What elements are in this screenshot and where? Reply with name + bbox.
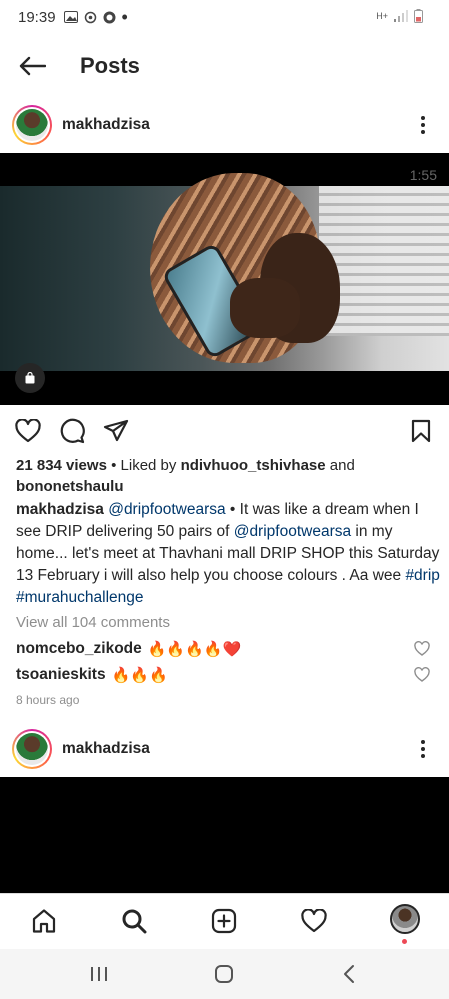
avatar (16, 109, 48, 141)
tab-activity[interactable] (300, 907, 328, 935)
share-button[interactable] (101, 416, 131, 446)
caption-author[interactable]: makhadzisa (16, 501, 104, 518)
top-navigation-bar: Posts (0, 34, 449, 98)
comment-button[interactable] (57, 416, 87, 446)
story-avatar[interactable] (12, 105, 52, 145)
gallery-icon (63, 11, 78, 23)
post-caption: makhadzisa @dripfootwearsa • It was like… (16, 499, 441, 609)
post-action-bar (0, 410, 449, 452)
comment-bubble-icon (60, 418, 85, 444)
like-button[interactable] (13, 416, 43, 446)
comment-row: nomcebo_zikode 🔥🔥🔥🔥❤️ (16, 637, 436, 661)
post-video[interactable]: 1:55 (0, 153, 449, 405)
video-window-blinds (319, 186, 449, 336)
story-avatar[interactable] (12, 729, 52, 769)
tab-new-post[interactable] (210, 907, 238, 935)
more-options-button[interactable] (413, 110, 433, 140)
caption-hashtag[interactable]: #drip (405, 567, 439, 584)
home-icon (32, 909, 56, 933)
shopping-bag-icon[interactable] (15, 363, 45, 393)
sync-icon (84, 11, 96, 23)
add-square-icon (211, 908, 237, 934)
liked-by-user[interactable]: ndivhuoo_tshivhase (181, 457, 326, 474)
post-timestamp: 8 hours ago (16, 693, 80, 707)
status-system-icons: H+ (376, 9, 423, 23)
notification-dot (402, 939, 407, 944)
arrow-left-icon (19, 56, 46, 76)
post-header: makhadzisa (0, 722, 449, 776)
network-type-label: H+ (376, 11, 388, 21)
liked-by-and: and (329, 457, 355, 474)
search-icon (122, 909, 147, 934)
status-notification-icons: • (63, 7, 128, 27)
heart-outline-icon (15, 419, 41, 443)
liked-by-prefix: • Liked by (111, 457, 177, 474)
view-all-comments-link[interactable]: View all 104 comments (16, 614, 170, 631)
comment-text: 🔥🔥🔥 (111, 667, 168, 684)
save-button[interactable] (406, 416, 436, 446)
caption-hashtag[interactable]: #murahuchallenge (16, 589, 144, 606)
heart-outline-icon[interactable] (414, 641, 430, 657)
comment-text: 🔥🔥🔥🔥❤️ (147, 641, 242, 658)
paper-plane-icon (103, 419, 129, 442)
android-back-icon (344, 965, 354, 983)
more-notifications-dot-icon: • (121, 7, 128, 27)
views-and-likes: 21 834 views • Liked by ndivhuoo_tshivha… (16, 455, 436, 497)
bookmark-icon (411, 419, 431, 443)
status-bar: 19:39 • H+ (0, 0, 449, 34)
whatsapp-icon (103, 11, 116, 23)
bottom-tab-bar (0, 893, 449, 949)
comment-row: tsoanieskits 🔥🔥🔥 (16, 663, 436, 687)
video-hand (230, 278, 300, 338)
tab-profile[interactable] (390, 904, 420, 934)
page-title: Posts (80, 53, 140, 78)
liked-by-other[interactable]: bononetshaulu (16, 478, 124, 495)
heart-icon (301, 909, 327, 933)
more-options-button[interactable] (413, 734, 433, 764)
post-username[interactable]: makhadzisa (62, 740, 150, 758)
back-nav-button[interactable] (336, 961, 362, 987)
video-time-remaining: 1:55 (409, 167, 437, 183)
post-video[interactable] (0, 777, 449, 893)
tab-search[interactable] (120, 907, 148, 935)
recents-icon (91, 967, 107, 981)
home-button[interactable] (211, 961, 237, 987)
android-home-icon (215, 965, 233, 983)
caption-mention[interactable]: @dripfootwearsa (234, 523, 351, 540)
post-username[interactable]: makhadzisa (62, 116, 150, 134)
comment-username[interactable]: tsoanieskits (16, 666, 106, 684)
back-button[interactable] (2, 34, 62, 98)
heart-outline-icon[interactable] (414, 667, 430, 683)
post-header: makhadzisa (0, 98, 449, 152)
signal-icon (394, 10, 408, 22)
avatar (16, 733, 48, 765)
tab-home[interactable] (30, 907, 58, 935)
comment-username[interactable]: nomcebo_zikode (16, 640, 142, 658)
recents-button[interactable] (86, 961, 112, 987)
android-navigation-bar (0, 949, 449, 999)
more-vertical-icon (421, 740, 425, 744)
battery-icon (414, 9, 423, 23)
status-time: 19:39 (18, 8, 56, 26)
more-vertical-icon (421, 116, 425, 120)
caption-mention[interactable]: @dripfootwearsa (108, 501, 225, 518)
view-count[interactable]: 21 834 views (16, 457, 107, 474)
